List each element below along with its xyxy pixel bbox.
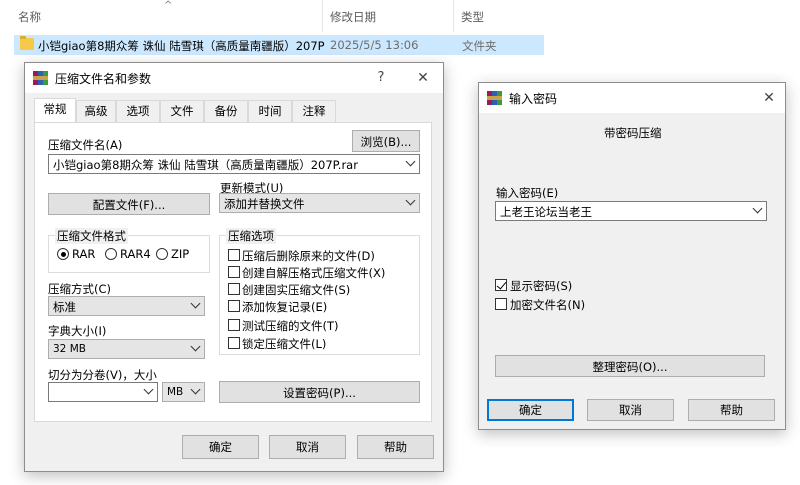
recovery-record-checkbox[interactable] bbox=[228, 300, 240, 312]
test-files-checkbox[interactable] bbox=[228, 319, 240, 331]
encrypt-names-checkbox[interactable] bbox=[495, 298, 507, 310]
chevron-down-icon bbox=[190, 298, 201, 309]
update-mode-value: 添加并替换文件 bbox=[224, 197, 305, 211]
chevron-down-icon bbox=[752, 203, 763, 214]
delete-after-label[interactable]: 压缩后删除原来的文件(D) bbox=[242, 248, 375, 264]
archive-options-title: 压缩选项 bbox=[226, 228, 276, 244]
chevron-down-icon bbox=[190, 341, 201, 352]
password-help-button[interactable]: 帮助 bbox=[688, 399, 775, 421]
format-rar4-label[interactable]: RAR4 bbox=[120, 247, 151, 261]
archive-dialog-titlebar[interactable]: 压缩文件名和参数 ? ✕ bbox=[25, 63, 443, 93]
format-zip-label[interactable]: ZIP bbox=[171, 247, 189, 261]
dictionary-value: 32 MB bbox=[53, 343, 86, 355]
recovery-record-label[interactable]: 添加恢复记录(E) bbox=[242, 299, 327, 315]
column-type[interactable]: 类型 bbox=[461, 9, 484, 25]
archive-format-title: 压缩文件格式 bbox=[55, 228, 128, 244]
format-zip-radio[interactable] bbox=[156, 248, 168, 260]
column-date[interactable]: 修改日期 bbox=[330, 9, 376, 25]
method-value: 标准 bbox=[53, 300, 76, 314]
password-label: 输入密码(E) bbox=[496, 186, 559, 200]
archive-name-value: 小铠giao第8期众筹 诛仙 陆雪琪（高质量南疆版）207P.rar bbox=[53, 158, 358, 172]
close-icon[interactable]: ✕ bbox=[757, 87, 781, 109]
organize-passwords-button[interactable]: 整理密码(O)... bbox=[495, 355, 765, 377]
chevron-down-icon bbox=[405, 195, 416, 206]
format-rar-label[interactable]: RAR bbox=[72, 247, 95, 261]
lock-archive-checkbox[interactable] bbox=[228, 337, 240, 349]
lock-archive-label[interactable]: 锁定压缩文件(L) bbox=[242, 336, 326, 352]
split-size-combo[interactable] bbox=[48, 382, 158, 402]
help-button[interactable]: 帮助 bbox=[357, 435, 434, 459]
format-rar4-radio[interactable] bbox=[105, 248, 117, 260]
split-unit-value: MB bbox=[167, 386, 184, 398]
sort-up-icon: ^ bbox=[164, 0, 173, 11]
winrar-icon bbox=[33, 71, 48, 85]
tab-comment[interactable]: 注释 bbox=[292, 100, 336, 122]
dictionary-label: 字典大小(I) bbox=[48, 324, 107, 338]
password-value: 上老王论坛当老王 bbox=[500, 205, 592, 219]
dictionary-combo[interactable]: 32 MB bbox=[48, 339, 205, 359]
test-files-label[interactable]: 测试压缩的文件(T) bbox=[242, 318, 339, 334]
sfx-checkbox[interactable] bbox=[228, 266, 240, 278]
sfx-label[interactable]: 创建自解压格式压缩文件(X) bbox=[242, 265, 385, 281]
cancel-button[interactable]: 取消 bbox=[269, 435, 346, 459]
password-dialog-titlebar[interactable]: 输入密码 ✕ bbox=[479, 83, 785, 113]
solid-checkbox[interactable] bbox=[228, 283, 240, 295]
solid-label[interactable]: 创建固实压缩文件(S) bbox=[242, 282, 350, 298]
split-unit-combo[interactable]: MB bbox=[162, 382, 205, 402]
archive-name-combo[interactable]: 小铠giao第8期众筹 诛仙 陆雪琪（高质量南疆版）207P.rar bbox=[48, 154, 420, 174]
chevron-down-icon bbox=[190, 384, 201, 395]
method-combo[interactable]: 标准 bbox=[48, 296, 205, 316]
file-type: 文件夹 bbox=[462, 39, 497, 53]
tab-advanced[interactable]: 高级 bbox=[76, 100, 116, 122]
tab-options[interactable]: 选项 bbox=[116, 100, 160, 122]
profiles-button[interactable]: 配置文件(F)... bbox=[48, 193, 210, 215]
tab-time[interactable]: 时间 bbox=[248, 100, 292, 122]
ok-button[interactable]: 确定 bbox=[182, 435, 259, 459]
column-divider[interactable] bbox=[322, 0, 323, 32]
tab-backup[interactable]: 备份 bbox=[204, 100, 248, 122]
tab-general[interactable]: 常规 bbox=[34, 98, 76, 123]
password-heading: 带密码压缩 bbox=[604, 126, 662, 140]
format-rar-radio[interactable] bbox=[57, 248, 69, 260]
password-dialog-title: 输入密码 bbox=[509, 92, 558, 106]
chevron-down-icon bbox=[143, 384, 154, 395]
set-password-button[interactable]: 设置密码(P)... bbox=[219, 381, 420, 403]
method-label: 压缩方式(C) bbox=[48, 282, 112, 296]
password-cancel-button[interactable]: 取消 bbox=[587, 399, 674, 421]
password-input[interactable]: 上老王论坛当老王 bbox=[495, 201, 767, 221]
split-label: 切分为分卷(V)，大小 bbox=[48, 368, 157, 382]
explorer-column-header: ^ 名称 修改日期 类型 bbox=[0, 0, 800, 32]
chevron-down-icon bbox=[405, 156, 416, 167]
browse-button[interactable]: 浏览(B)... bbox=[352, 130, 420, 152]
show-password-label[interactable]: 显示密码(S) bbox=[510, 278, 572, 294]
update-mode-combo[interactable]: 添加并替换文件 bbox=[219, 193, 420, 213]
help-icon[interactable]: ? bbox=[369, 67, 393, 89]
file-date: 2025/5/5 13:06 bbox=[330, 38, 419, 52]
file-name: 小铠giao第8期众筹 诛仙 陆雪琪（高质量南疆版）207P bbox=[38, 39, 325, 53]
encrypt-names-label[interactable]: 加密文件名(N) bbox=[510, 297, 585, 313]
column-divider[interactable] bbox=[453, 0, 454, 32]
file-row-folder[interactable]: 小铠giao第8期众筹 诛仙 陆雪琪（高质量南疆版）207P 2025/5/5 … bbox=[14, 35, 544, 55]
winrar-icon bbox=[487, 91, 502, 105]
tab-files[interactable]: 文件 bbox=[160, 100, 204, 122]
archive-name-label: 压缩文件名(A) bbox=[48, 138, 123, 152]
column-name[interactable]: 名称 bbox=[18, 9, 41, 25]
archive-dialog-title: 压缩文件名和参数 bbox=[55, 72, 152, 86]
delete-after-checkbox[interactable] bbox=[228, 249, 240, 261]
close-icon[interactable]: ✕ bbox=[411, 67, 435, 89]
password-ok-button[interactable]: 确定 bbox=[487, 399, 574, 421]
show-password-checkbox[interactable] bbox=[495, 279, 507, 291]
folder-icon bbox=[20, 36, 34, 50]
